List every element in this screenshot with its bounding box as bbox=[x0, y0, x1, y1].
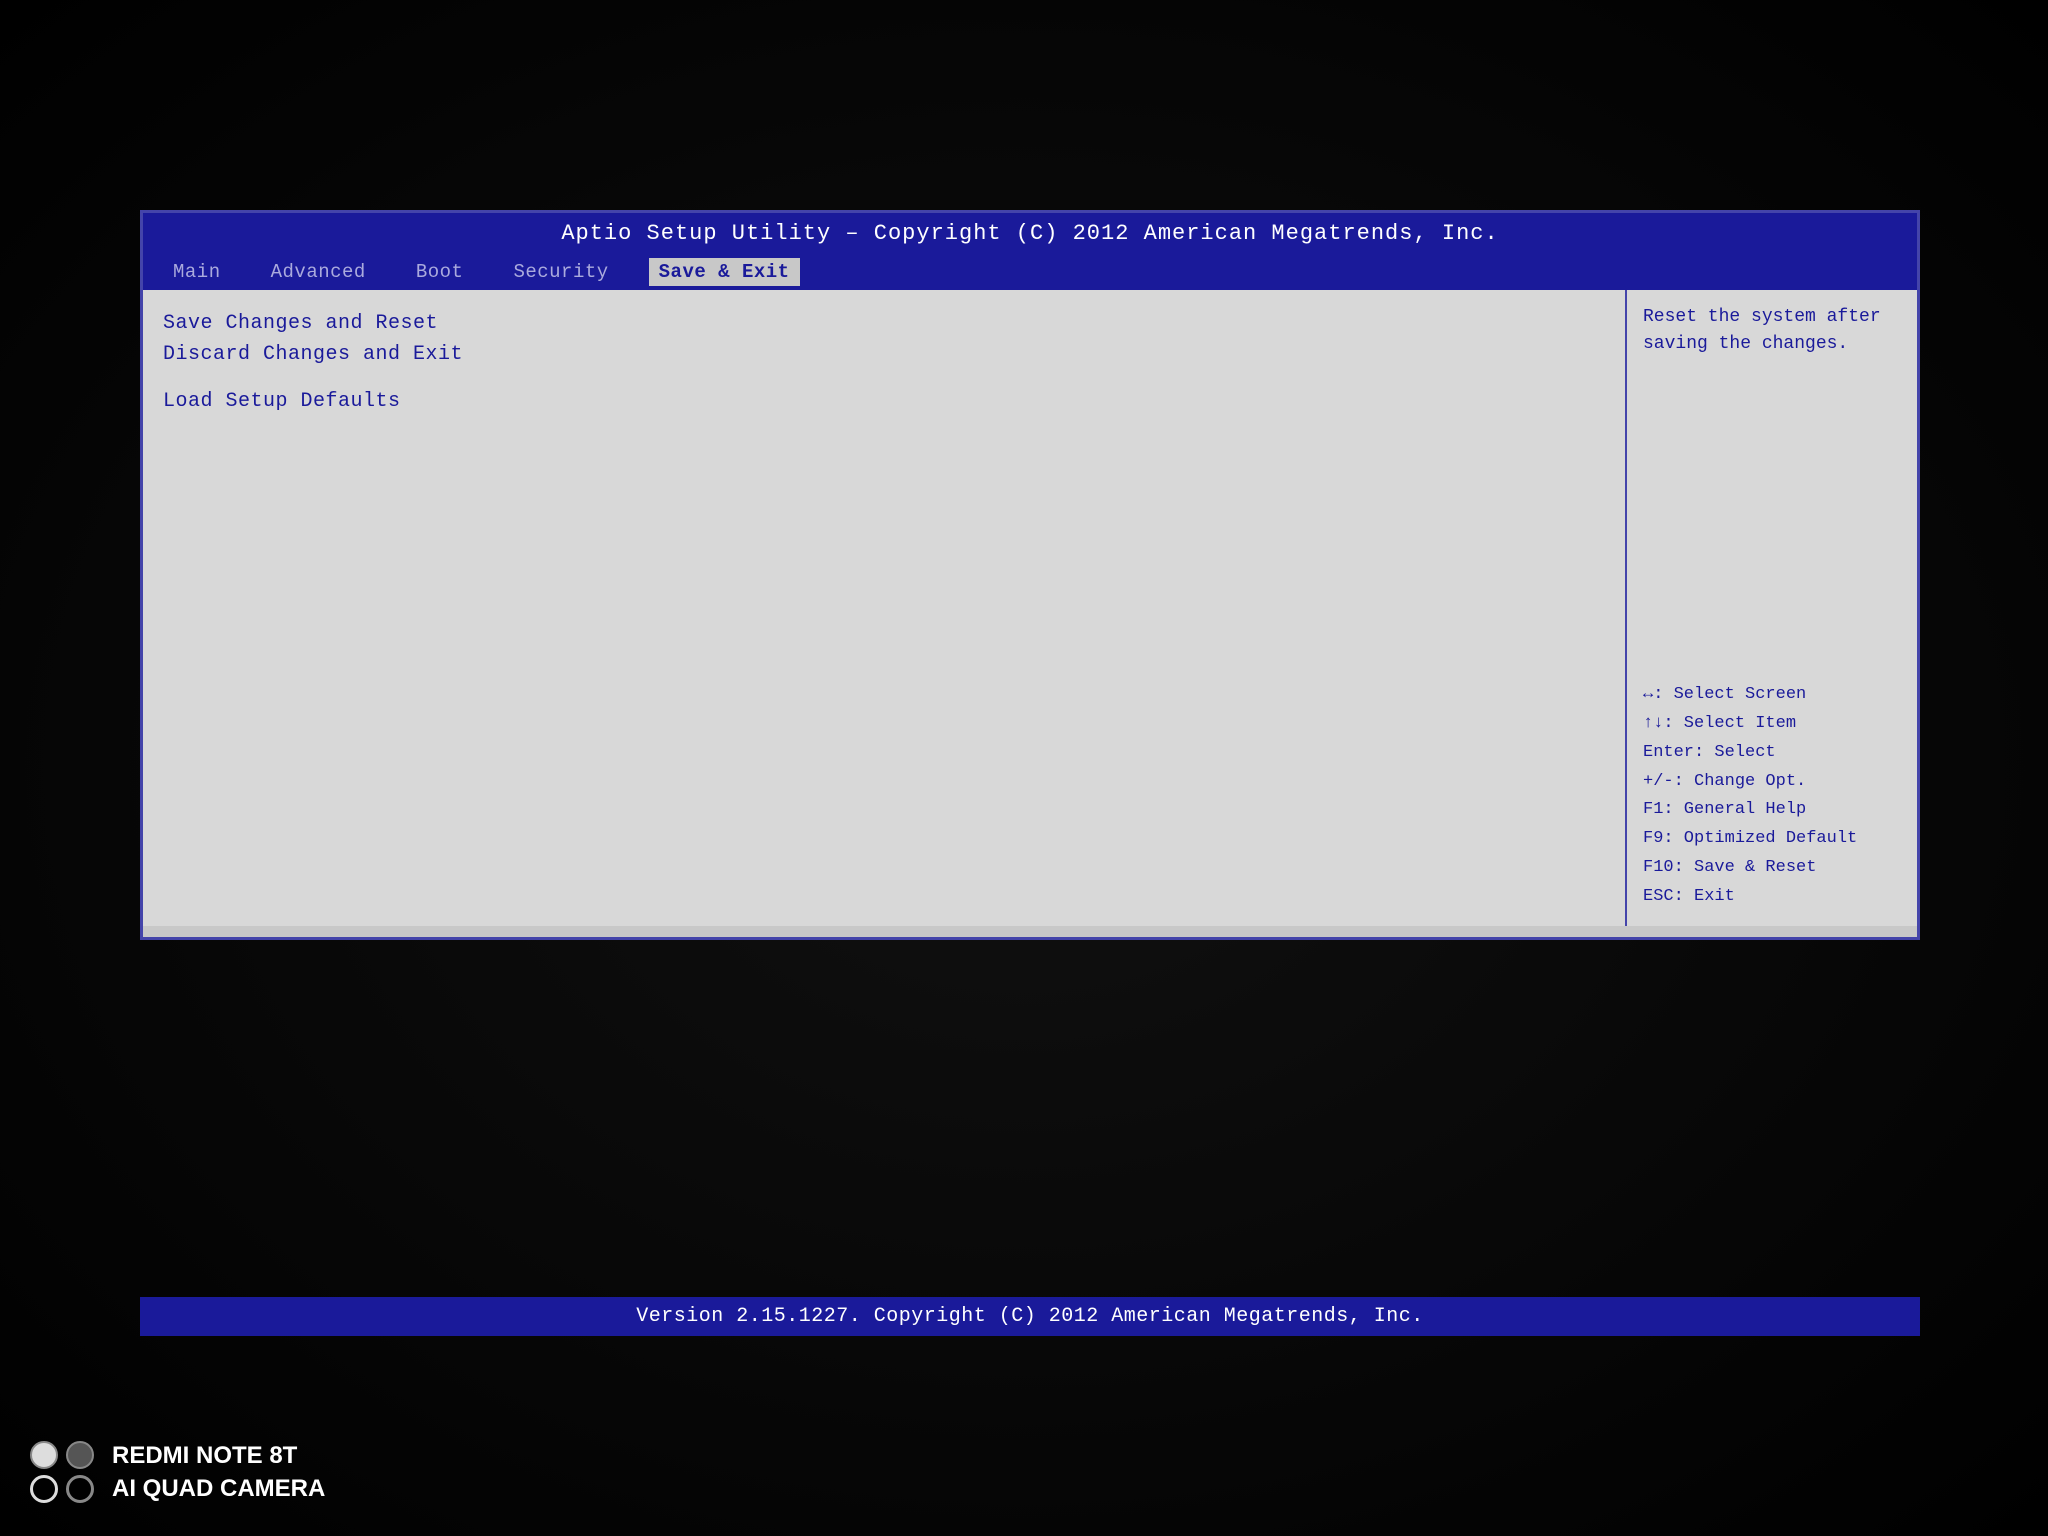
watermark-text: REDMI NOTE 8T AI QUAD CAMERA bbox=[112, 1439, 325, 1506]
tab-boot[interactable]: Boot bbox=[406, 258, 474, 286]
key-help-section: ↔: Select Screen ↑↓: Select Item Enter: … bbox=[1643, 681, 1901, 912]
watermark-line1: REDMI NOTE 8T bbox=[112, 1439, 325, 1473]
tab-advanced[interactable]: Advanced bbox=[261, 258, 376, 286]
title-bar: Aptio Setup Utility – Copyright (C) 2012… bbox=[143, 213, 1917, 254]
menu-item-load-defaults[interactable]: Load Setup Defaults bbox=[163, 386, 1605, 417]
watermark-line2: AI QUAD CAMERA bbox=[112, 1472, 325, 1506]
menu-spacer bbox=[163, 370, 1605, 386]
tab-security[interactable]: Security bbox=[503, 258, 618, 286]
main-content: Save Changes and Reset Discard Changes a… bbox=[143, 290, 1917, 926]
camera-icon-group bbox=[30, 1441, 94, 1503]
cam-ring-1 bbox=[30, 1475, 58, 1503]
key-change-opt: +/-: Change Opt. bbox=[1643, 768, 1901, 797]
key-select-item: ↑↓: Select Item bbox=[1643, 710, 1901, 739]
menu-item-discard-exit[interactable]: Discard Changes and Exit bbox=[163, 339, 1605, 370]
menu-item-save-reset[interactable]: Save Changes and Reset bbox=[163, 308, 1605, 339]
left-panel: Save Changes and Reset Discard Changes a… bbox=[143, 290, 1627, 926]
footer-text: Version 2.15.1227. Copyright (C) 2012 Am… bbox=[636, 1305, 1424, 1328]
bios-title: Aptio Setup Utility – Copyright (C) 2012… bbox=[561, 221, 1498, 246]
key-enter: Enter: Select bbox=[1643, 739, 1901, 768]
key-f9: F9: Optimized Default bbox=[1643, 825, 1901, 854]
key-esc: ESC: Exit bbox=[1643, 883, 1901, 912]
key-select-screen: ↔: Select Screen bbox=[1643, 681, 1901, 710]
camera-watermark: REDMI NOTE 8T AI QUAD CAMERA bbox=[30, 1439, 325, 1506]
bios-screen: Aptio Setup Utility – Copyright (C) 2012… bbox=[140, 210, 1920, 940]
cam-circle-1 bbox=[30, 1441, 58, 1469]
help-description: Reset the system after saving the change… bbox=[1643, 304, 1901, 358]
key-f10: F10: Save & Reset bbox=[1643, 854, 1901, 883]
nav-bar: Main Advanced Boot Security Save & Exit bbox=[143, 254, 1917, 290]
camera-bottom-row bbox=[30, 1475, 94, 1503]
cam-circle-2 bbox=[66, 1441, 94, 1469]
tab-save-exit[interactable]: Save & Exit bbox=[649, 258, 800, 286]
tab-main[interactable]: Main bbox=[163, 258, 231, 286]
footer-bar: Version 2.15.1227. Copyright (C) 2012 Am… bbox=[140, 1297, 1920, 1336]
right-panel: Reset the system after saving the change… bbox=[1627, 290, 1917, 926]
key-f1: F1: General Help bbox=[1643, 796, 1901, 825]
camera-top-row bbox=[30, 1441, 94, 1469]
cam-ring-2 bbox=[66, 1475, 94, 1503]
